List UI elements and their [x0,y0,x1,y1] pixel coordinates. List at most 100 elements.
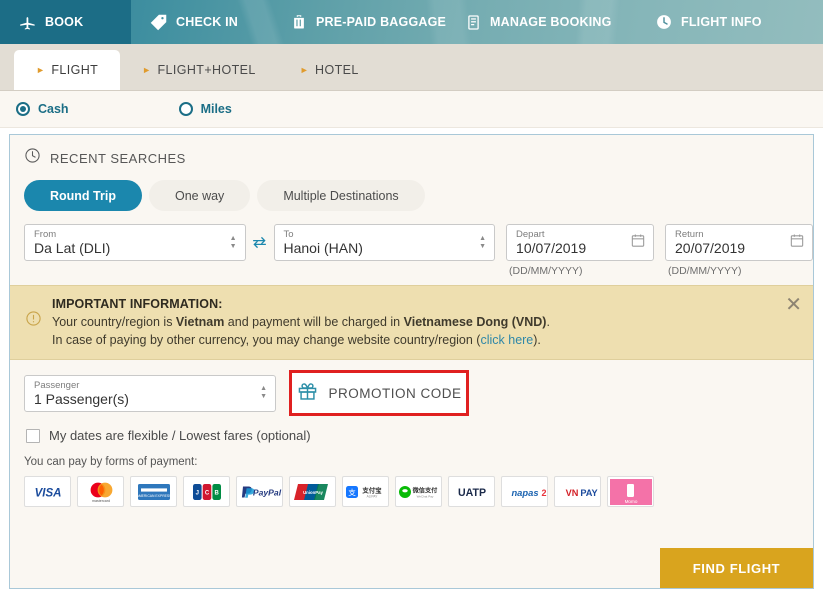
calendar-icon[interactable] [789,232,805,253]
nav-item-label: MANAGE BOOKING [490,15,612,29]
banner-line1-e: . [546,315,550,329]
depart-date-column: Depart 10/07/2019 (DD/MM/YYYY) [506,224,655,277]
payment-logo-jcb: J C B [183,476,230,507]
radio-indicator-icon [16,102,30,116]
stepper-icon[interactable]: ▲ ▼ [260,385,267,400]
tab-flight[interactable]: ► FLIGHT [14,50,121,90]
svg-text:ALIPAY: ALIPAY [366,494,378,498]
recent-searches-header[interactable]: RECENT SEARCHES [10,135,813,169]
find-flight-bar: FIND FLIGHT [660,548,813,588]
destination-field[interactable]: To Hanoi (HAN) ▲ ▼ [273,224,496,261]
payment-logo-momo: Momo [607,476,654,507]
tab-hotel[interactable]: ► HOTEL [278,50,381,90]
svg-text:支付宝: 支付宝 [361,485,382,494]
tab-flight-hotel[interactable]: ► FLIGHT+HOTEL [120,50,278,90]
boarding-pass-icon [149,13,168,32]
radio-indicator-icon [178,102,193,116]
fare-type-row: Cash Miles [0,91,823,128]
suitcase-icon [290,13,308,31]
tab-label: FLIGHT [51,63,99,77]
radio-miles[interactable]: Miles [178,102,232,116]
find-flight-button[interactable]: FIND FLIGHT [660,548,813,588]
trip-type-group: Round Trip One way Multiple Destinations [10,169,813,211]
nav-item-label: CHECK IN [176,15,239,29]
change-region-link[interactable]: click here [480,333,533,347]
return-date-format: (DD/MM/YYYY) [668,265,742,277]
return-date-field[interactable]: Return 20/07/2019 [665,224,813,261]
trip-type-multiple-destinations[interactable]: Multiple Destinations [257,180,425,211]
svg-text:B: B [214,490,219,496]
important-information-banner: IMPORTANT INFORMATION: Your country/regi… [10,285,813,360]
clock-icon [24,147,41,169]
flexible-dates-row[interactable]: My dates are flexible / Lowest fares (op… [10,416,813,443]
trip-type-label: Multiple Destinations [283,188,399,203]
depart-date-format: (DD/MM/YYYY) [509,265,583,277]
clock-icon [655,13,673,31]
destination-label: To [283,229,294,240]
svg-text:C: C [204,490,209,496]
trip-type-label: One way [174,188,225,203]
payment-logo-napas: napas 2 [501,476,548,507]
document-icon [465,14,482,31]
payment-logo-visa: VISA [24,476,71,507]
close-icon[interactable]: ✕ [785,295,802,315]
payment-methods-row: VISA mastercard AMERICAN EXPRESS J C B P… [10,468,813,507]
search-fields-row: From Da Lat (DLI) ▲ ▼ To Hanoi (HAN) ▲ ▼ D… [10,211,813,277]
nav-item-manage-booking[interactable]: MANAGE BOOKING [447,0,637,44]
swap-airports-button[interactable] [246,224,274,261]
banner-line2-b: ). [533,333,541,347]
nav-item-flight-info[interactable]: FLIGHT INFO [637,0,823,44]
svg-text:J: J [195,490,198,496]
promotion-code-label: PROMOTION CODE [328,385,462,401]
payment-logo-paypal: PayPal [236,476,283,507]
nav-item-book[interactable]: BOOK [0,0,131,44]
svg-text:PayPal: PayPal [252,487,281,497]
banner-title: IMPORTANT INFORMATION: [52,297,223,311]
nav-item-pre-paid-baggage[interactable]: PRE-PAID BAGGAGE [272,0,447,44]
tab-label: FLIGHT+HOTEL [157,63,256,77]
passenger-value: 1 Passenger(s) [34,390,129,407]
origin-field[interactable]: From Da Lat (DLI) ▲ ▼ [24,224,246,261]
radio-miles-label: Miles [200,102,232,116]
depart-value: 10/07/2019 [516,240,587,256]
booking-panel-wrapper: RECENT SEARCHES Round Trip One way Multi… [0,128,823,589]
banner-country: Vietnam [175,315,225,329]
gift-icon [296,380,319,407]
caret-right-icon: ► [36,64,46,75]
calendar-icon[interactable] [630,232,646,253]
stepper-icon[interactable]: ▲ ▼ [479,235,486,250]
product-tab-strip: ► FLIGHT ► FLIGHT+HOTEL ► HOTEL [0,44,823,91]
svg-text:napas: napas [511,486,538,497]
stepper-icon[interactable]: ▲ ▼ [230,235,237,250]
svg-text:Momo: Momo [624,499,637,504]
passenger-field[interactable]: Passenger 1 Passenger(s) ▲ ▼ [24,374,276,412]
payment-logo-mastercard: mastercard [77,476,124,507]
payment-logo-unionpay: UnionPay [289,476,336,507]
nav-item-check-in[interactable]: CHECK IN [131,0,272,44]
flexible-dates-checkbox[interactable] [26,428,40,443]
caret-right-icon: ► [142,64,152,75]
depart-date-field[interactable]: Depart 10/07/2019 [506,224,655,261]
radio-cash-label: Cash [38,102,69,116]
airplane-icon [18,13,37,32]
nav-item-label: BOOK [45,15,84,29]
svg-text:PAY: PAY [580,487,597,497]
promotion-code-button[interactable]: PROMOTION CODE [289,370,469,416]
return-date-column: Return 20/07/2019 (DD/MM/YYYY) [665,224,813,277]
trip-type-round-trip[interactable]: Round Trip [24,180,142,211]
flexible-dates-label: My dates are flexible / Lowest fares (op… [49,428,311,443]
banner-line2-a: In case of paying by other currency, you… [52,333,481,347]
top-navigation-bar: BOOK CHECK IN PRE-PAID BAGGAGE MANAGE BO… [0,0,823,44]
depart-label: Depart [516,229,545,240]
recent-searches-label: RECENT SEARCHES [50,150,186,166]
return-label: Return [675,229,704,240]
svg-text:AMERICAN EXPRESS: AMERICAN EXPRESS [137,494,171,498]
banner-line-1: Your country/region is Vietnam and payme… [52,313,550,331]
svg-text:微信支付: 微信支付 [411,486,438,494]
payment-logo-uatp: UATP [448,476,495,507]
return-value: 20/07/2019 [675,240,746,256]
trip-type-one-way[interactable]: One way [148,180,251,211]
caret-right-icon: ► [299,64,310,75]
passenger-promotion-row: Passenger 1 Passenger(s) ▲ ▼ PROMOTION CO… [10,360,813,416]
radio-cash[interactable]: Cash [16,102,69,116]
